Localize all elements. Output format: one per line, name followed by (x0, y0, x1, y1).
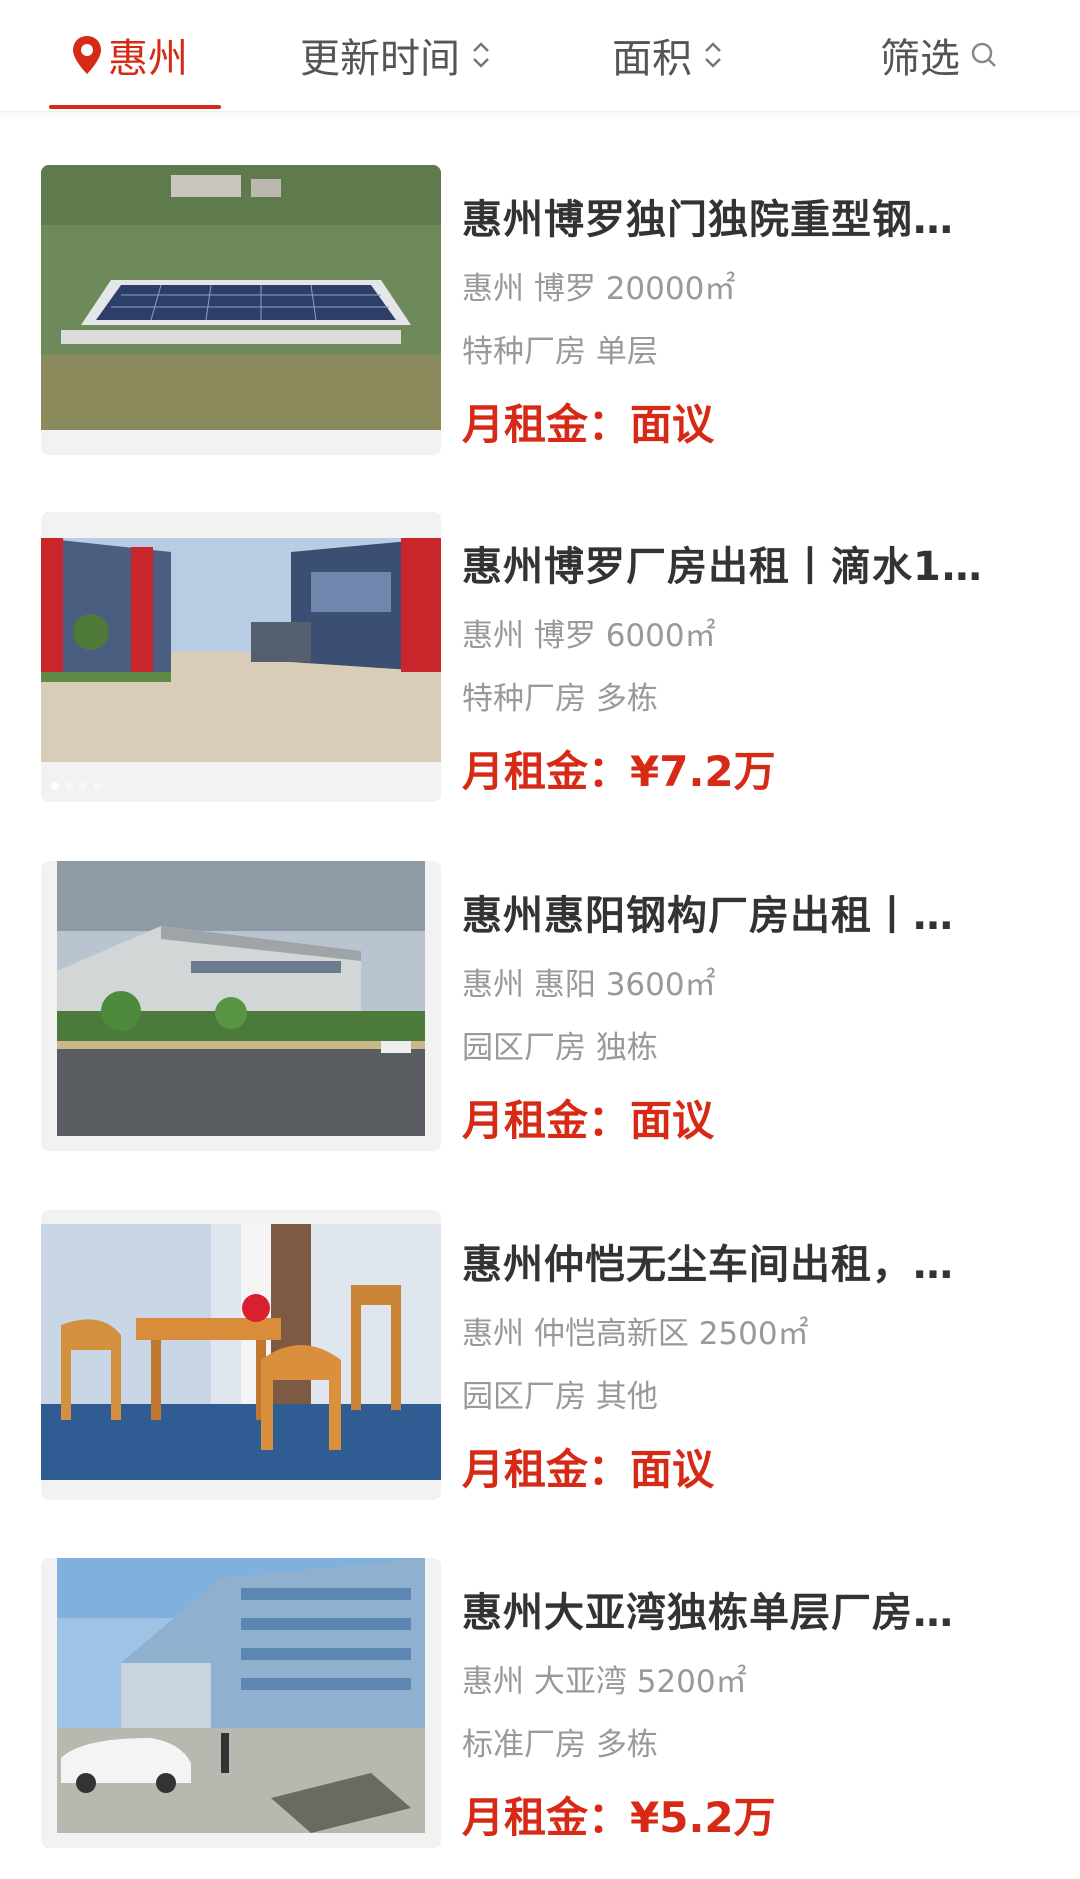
listing-photo[interactable] (41, 165, 441, 455)
sort-updown-icon (705, 42, 721, 68)
listing-card[interactable]: 惠州博罗厂房出租丨滴水1… 惠州 博罗 6000㎡ 特种厂房 多栋 月租金：¥7… (0, 512, 1080, 812)
sort-by-area[interactable]: 面积 (612, 22, 724, 88)
listing-rent: 月租金：面议 (462, 391, 714, 452)
listing-location: 惠州 惠阳 3600㎡ (462, 967, 716, 1003)
rent-value: 面议 (630, 400, 715, 449)
listing-title[interactable]: 惠州博罗独门独院重型钢… (462, 187, 1042, 245)
listing-location: 惠州 博罗 20000㎡ (462, 271, 736, 307)
listing-photo[interactable] (41, 1558, 441, 1848)
search-icon (971, 42, 996, 67)
filter-button[interactable]: 筛选 (880, 22, 998, 88)
filter-bar: 惠州 更新时间 面积 筛选 (0, 0, 1080, 112)
listing-title[interactable]: 惠州惠阳钢构厂房出租丨… (462, 883, 1042, 941)
listing-card[interactable]: 惠州惠阳钢构厂房出租丨… 惠州 惠阳 3600㎡ 园区厂房 独栋 月租金：面议 (0, 861, 1080, 1161)
listing-card[interactable]: 惠州博罗独门独院重型钢… 惠州 博罗 20000㎡ 特种厂房 单层 月租金：面议 (0, 165, 1080, 465)
sort-updown-icon (473, 42, 489, 68)
rent-label: 月租金： (462, 1096, 631, 1145)
carousel-indicator (51, 782, 101, 790)
rent-label: 月租金： (462, 747, 631, 796)
listing-title[interactable]: 惠州大亚湾独栋单层厂房… (462, 1580, 1042, 1638)
listing-type: 特种厂房 多栋 (462, 681, 658, 717)
listing-rent: 月租金：¥7.2万 (462, 738, 776, 799)
listing-card[interactable]: 惠州大亚湾独栋单层厂房… 惠州 大亚湾 5200㎡ 标准厂房 多栋 月租金：¥5… (0, 1558, 1080, 1858)
city-label: 惠州 (108, 36, 188, 82)
city-selector[interactable]: 惠州 (70, 22, 188, 88)
listing-title[interactable]: 惠州仲恺无尘车间出租，… (462, 1232, 1042, 1290)
rent-label: 月租金： (462, 1793, 631, 1842)
listing-location: 惠州 大亚湾 5200㎡ (462, 1664, 747, 1700)
sort-time-label: 更新时间 (300, 36, 460, 82)
listing-photo[interactable] (41, 861, 441, 1151)
listing-type: 标准厂房 多栋 (462, 1727, 658, 1763)
listing-type: 园区厂房 独栋 (462, 1030, 658, 1066)
listing-photo[interactable] (41, 1210, 441, 1500)
rent-value: ¥7.2万 (630, 747, 776, 796)
listing-type: 特种厂房 单层 (462, 334, 658, 370)
listing-card[interactable]: 惠州仲恺无尘车间出租，… 惠州 仲恺高新区 2500㎡ 园区厂房 其他 月租金：… (0, 1210, 1080, 1510)
listing-type: 园区厂房 其他 (462, 1379, 658, 1415)
rent-value: 面议 (630, 1096, 715, 1145)
listing-location: 惠州 仲恺高新区 2500㎡ (462, 1316, 809, 1352)
rent-label: 月租金： (462, 400, 631, 449)
listing-rent: 月租金：¥5.2万 (462, 1784, 776, 1845)
location-pin-icon (73, 36, 101, 74)
listing-rent: 月租金：面议 (462, 1087, 714, 1148)
listing-location: 惠州 博罗 6000㎡ (462, 618, 716, 654)
rent-label: 月租金： (462, 1445, 631, 1494)
listing-rent: 月租金：面议 (462, 1436, 714, 1497)
filter-label: 筛选 (880, 36, 960, 82)
listing-photo[interactable] (41, 512, 441, 802)
sort-by-time[interactable]: 更新时间 (300, 22, 492, 88)
listing-title[interactable]: 惠州博罗厂房出租丨滴水1… (462, 534, 1042, 592)
sort-area-label: 面积 (612, 36, 692, 82)
rent-value: ¥5.2万 (630, 1793, 776, 1842)
active-tab-underline (49, 105, 221, 109)
rent-value: 面议 (630, 1445, 715, 1494)
